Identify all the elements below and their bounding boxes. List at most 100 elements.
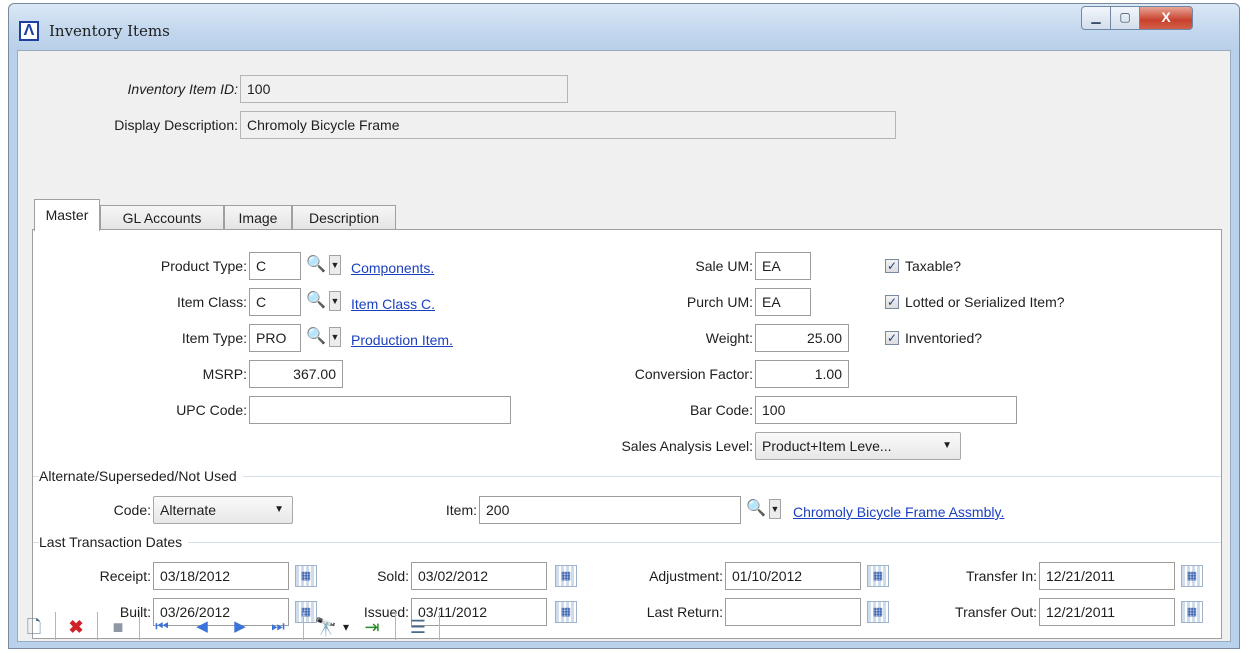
checkbox-check-icon: ✓ [885,259,899,273]
transfer-in-date-field[interactable]: 12/21/2011 [1039,562,1175,590]
lotted-serialized-checkbox[interactable]: ✓ Lotted or Serialized Item? [885,292,1065,312]
product-type-link[interactable]: Components. [351,254,434,282]
purch-um-field[interactable]: EA [755,288,811,316]
item-type-label: Item Type: [181,330,247,346]
save-icon[interactable]: ■ [105,614,131,640]
bottom-toolbar: 🗋 ✖ ■ ⏮ ◀ ▶ ⏭ 🔭 ▾ ⇥ ☰ [9,600,1239,650]
product-type-label: Product Type: [160,258,247,274]
item-class-label: Item Class: [176,294,247,310]
bar-code-label: Bar Code: [689,402,753,418]
last-record-icon[interactable]: ⏭ [265,614,291,640]
checkbox-check-icon: ✓ [885,295,899,309]
item-class-field[interactable]: C [249,288,301,316]
transfer-in-label: Transfer In: [965,568,1037,584]
dates-section-divider [33,542,1221,543]
maximize-button[interactable]: ▢ [1110,6,1140,30]
taxable-label: Taxable? [905,258,962,274]
receipt-label: Receipt: [99,568,151,584]
item-type-dropdown-icon[interactable]: ▼ [329,327,341,347]
adjustment-label: Adjustment: [649,568,723,584]
taxable-checkbox[interactable]: ✓ Taxable? [885,256,961,276]
first-record-icon[interactable]: ⏮ [149,614,175,640]
weight-field[interactable]: 25.00 [755,324,849,352]
product-type-dropdown-icon[interactable]: ▼ [329,255,341,275]
tab-master[interactable]: Master [34,199,100,231]
msrp-field[interactable]: 367.00 [249,360,343,388]
toolbar-separator [55,612,56,640]
alternate-code-value: Alternate [160,502,217,518]
conversion-factor-field[interactable]: 1.00 [755,360,849,388]
item-id-label: Inventory Item ID: [127,81,238,97]
checkbox-check-icon: ✓ [885,331,899,345]
bar-code-field[interactable]: 100 [755,396,1017,424]
tab-description[interactable]: Description [292,205,396,231]
delete-icon[interactable]: ✖ [63,614,89,640]
find-dropdown-icon[interactable]: ▾ [339,614,353,640]
master-tab-panel: Product Type: C 🔍 ▼ Components. Item Cla… [32,229,1222,639]
adjustment-calendar-icon[interactable]: ▦ [867,565,889,587]
adjustment-date-field[interactable]: 01/10/2012 [725,562,861,590]
next-record-icon[interactable]: ▶ [227,614,253,640]
inventoried-checkbox[interactable]: ✓ Inventoried? [885,328,982,348]
item-type-field[interactable]: PRO [249,324,301,352]
tab-gl-accounts[interactable]: GL Accounts [100,205,224,231]
chevron-down-icon: ▼ [942,440,952,451]
upc-code-field[interactable] [249,396,511,424]
alternate-item-link[interactable]: Chromoly Bicycle Frame Assmbly. [793,498,1004,526]
lotted-serialized-label: Lotted or Serialized Item? [905,294,1065,310]
list-view-icon[interactable]: ☰ [405,614,431,640]
sales-analysis-level-value: Product+Item Leve... [762,438,892,454]
product-type-field[interactable]: C [249,252,301,280]
purch-um-label: Purch UM: [686,294,753,310]
description-label: Display Description: [114,117,238,133]
product-type-lookup-icon[interactable]: 🔍 [305,254,327,276]
item-class-lookup-icon[interactable]: 🔍 [305,290,327,312]
alternate-item-dropdown-icon[interactable]: ▼ [769,499,781,519]
conversion-factor-label: Conversion Factor: [634,366,753,382]
app-logo-icon: Λ [19,21,39,41]
previous-record-icon[interactable]: ◀ [189,614,215,640]
toolbar-separator [303,612,304,640]
upc-code-label: UPC Code: [176,402,247,418]
new-record-icon[interactable]: 🗋 [21,614,47,640]
item-class-dropdown-icon[interactable]: ▼ [329,291,341,311]
weight-label: Weight: [705,330,753,346]
receipt-calendar-icon[interactable]: ▦ [295,565,317,587]
alternate-item-field[interactable]: 200 [479,496,741,524]
sale-um-field[interactable]: EA [755,252,811,280]
receipt-date-field[interactable]: 03/18/2012 [153,562,289,590]
window-title: Inventory Items [49,22,170,40]
alternate-section-header: Alternate/Superseded/Not Used [39,466,243,486]
item-id-field[interactable]: 100 [240,75,568,103]
sales-analysis-level-label: Sales Analysis Level: [621,438,753,454]
alternate-code-label: Code: [113,502,151,518]
alternate-code-select[interactable]: Alternate ▼ [153,496,293,524]
toolbar-separator [395,612,396,640]
sales-analysis-level-select[interactable]: Product+Item Leve... ▼ [755,432,961,460]
toolbar-separator [139,612,140,640]
item-type-lookup-icon[interactable]: 🔍 [305,326,327,348]
minimize-button[interactable]: ▁ [1081,6,1111,30]
chevron-down-icon: ▼ [274,504,284,515]
item-type-link[interactable]: Production Item. [351,326,453,354]
dates-section-header: Last Transaction Dates [39,532,189,552]
alternate-item-lookup-icon[interactable]: 🔍 [745,498,767,520]
sold-calendar-icon[interactable]: ▦ [555,565,577,587]
toolbar-separator [439,612,440,640]
sale-um-label: Sale UM: [695,258,753,274]
toolbar-separator [97,612,98,640]
client-area: Inventory Item ID: 100 Display Descripti… [17,50,1231,642]
description-field[interactable]: Chromoly Bicycle Frame [240,111,896,139]
msrp-label: MSRP: [202,366,247,382]
sold-label: Sold: [377,568,409,584]
item-class-link[interactable]: Item Class C. [351,290,435,318]
export-icon[interactable]: ⇥ [359,614,385,640]
inventoried-label: Inventoried? [905,330,983,346]
title-bar[interactable]: Λ Inventory Items ▁ ▢ X [9,4,1239,50]
find-icon[interactable]: 🔭 [313,614,339,640]
transfer-in-calendar-icon[interactable]: ▦ [1181,565,1203,587]
sold-date-field[interactable]: 03/02/2012 [411,562,547,590]
inventory-items-window: Λ Inventory Items ▁ ▢ X Inventory Item I… [8,3,1240,649]
close-button[interactable]: X [1139,6,1193,30]
tab-image[interactable]: Image [224,205,292,231]
